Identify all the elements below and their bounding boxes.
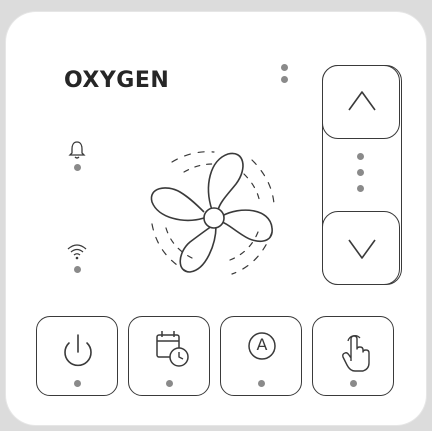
schedule-indicator-dot xyxy=(165,380,173,387)
level-dot xyxy=(357,185,364,192)
hand-touch-icon xyxy=(342,335,370,372)
power-button[interactable] xyxy=(36,316,118,396)
auto-indicator-dot xyxy=(257,380,265,387)
auto-mode-button[interactable]: A xyxy=(220,316,302,396)
level-dot xyxy=(357,153,364,160)
wifi-indicator-dot xyxy=(74,266,81,273)
power-icon xyxy=(64,334,92,367)
bell-icon xyxy=(68,141,86,159)
manual-touch-button[interactable] xyxy=(312,316,394,396)
up-button[interactable] xyxy=(322,65,400,139)
alarm-indicator-dot xyxy=(74,164,81,171)
brand-logo: OXYGEN xyxy=(64,68,170,93)
auto-mode-label: A xyxy=(256,335,268,354)
wifi-icon xyxy=(67,244,87,260)
power-indicator-dot xyxy=(73,380,81,387)
level-dot xyxy=(357,169,364,176)
fan-icon xyxy=(150,151,275,275)
status-indicator-dot xyxy=(281,76,288,83)
down-button[interactable] xyxy=(322,211,400,285)
chevron-down-icon xyxy=(348,239,376,259)
calendar-clock-icon xyxy=(156,331,189,367)
manual-indicator-dot xyxy=(349,380,357,387)
temperature-rocker xyxy=(322,65,402,285)
status-indicator-dot xyxy=(281,64,288,71)
schedule-button[interactable] xyxy=(128,316,210,396)
control-panel: OXYGEN A xyxy=(6,12,426,425)
chevron-up-icon xyxy=(348,91,376,111)
